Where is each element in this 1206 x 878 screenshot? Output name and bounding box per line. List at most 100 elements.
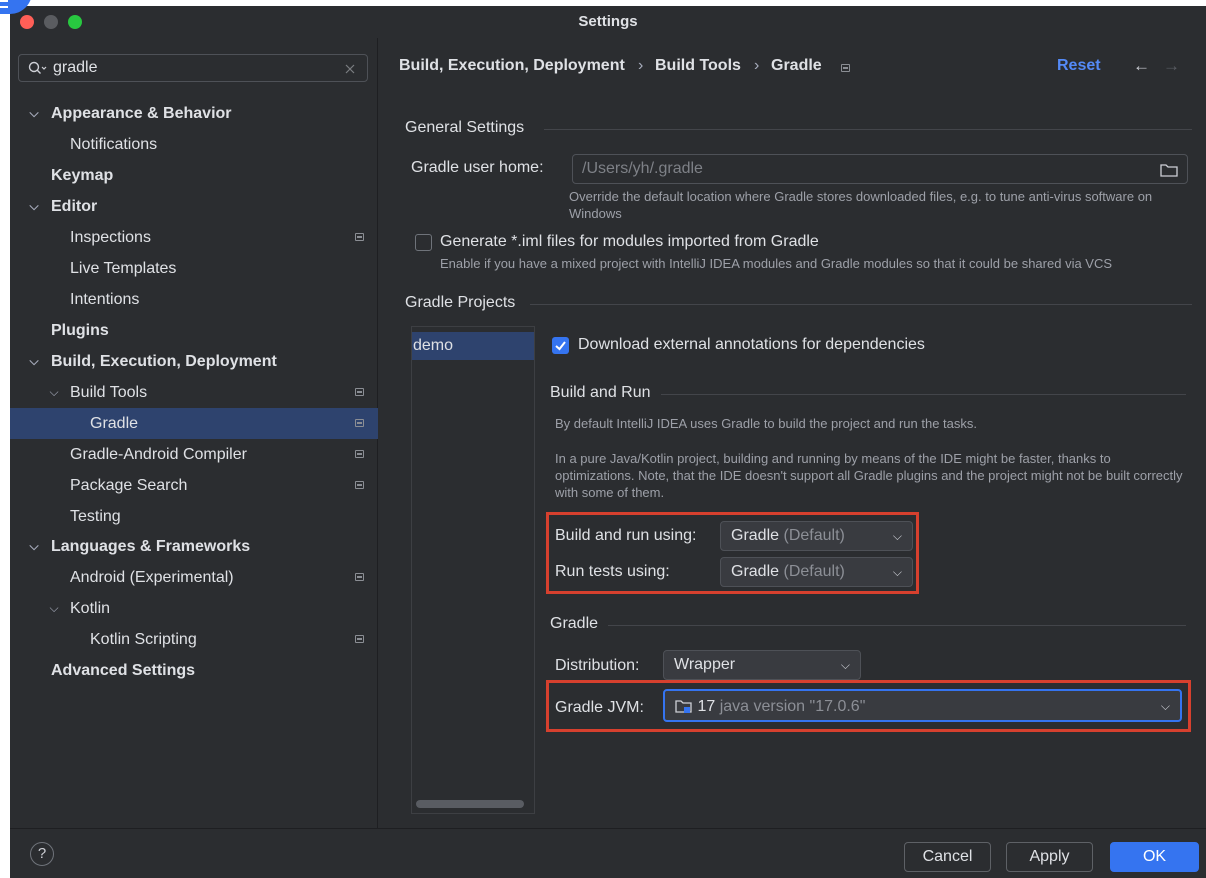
gradle-user-home-label: Gradle user home: <box>411 159 544 176</box>
forward-arrow-icon[interactable]: → <box>1163 56 1180 76</box>
project-scope-icon <box>355 388 364 396</box>
close-icon[interactable] <box>345 64 355 74</box>
build-and-run-title: Build and Run <box>550 384 651 401</box>
chevron-down-icon: ⌵ <box>840 658 850 672</box>
sidebar-item-kotlin[interactable]: ⌵ Kotlin <box>10 593 378 624</box>
sidebar-item-label: Appearance & Behavior <box>51 105 232 122</box>
sidebar-item-package-search[interactable]: Package Search <box>10 470 378 501</box>
sidebar-item-notifications[interactable]: Notifications <box>10 129 378 160</box>
sidebar-item-label: Build, Execution, Deployment <box>51 353 277 370</box>
settings-sidebar: ⌵ Appearance & Behavior Notifications Ke… <box>10 38 378 828</box>
sidebar-item-label: Gradle <box>90 415 139 432</box>
sidebar-item-inspections[interactable]: Inspections <box>10 222 378 253</box>
sidebar-item-keymap[interactable]: Keymap <box>10 160 378 191</box>
sidebar-item-appearance-behavior[interactable]: ⌵ Appearance & Behavior <box>10 98 378 129</box>
sidebar-item-gradle[interactable]: Gradle <box>10 408 378 439</box>
sidebar-item-languages-frameworks[interactable]: ⌵ Languages & Frameworks <box>10 531 378 562</box>
sidebar-item-label: Gradle-Android Compiler <box>70 446 247 463</box>
sidebar-item-label: Editor <box>51 198 98 215</box>
settings-window: Settings ⌵ Appearance & Behavior Notific… <box>10 6 1206 878</box>
sidebar-item-build-tools[interactable]: ⌵ Build Tools <box>10 377 378 408</box>
sidebar-item-label: Inspections <box>70 229 151 246</box>
sidebar-item-label: Android (Experimental) <box>70 569 234 586</box>
section-divider <box>530 304 1192 305</box>
sidebar-item-label: Notifications <box>70 136 158 153</box>
search-input[interactable] <box>53 58 333 78</box>
distribution-select[interactable]: Wrapper ⌵ <box>663 650 861 680</box>
chevron-down-icon[interactable]: ⌵ <box>47 377 61 408</box>
dialog-footer: ? Cancel Apply OK <box>10 828 1206 878</box>
section-divider <box>608 625 1186 626</box>
checkmark-icon <box>555 341 566 351</box>
sidebar-item-label: Testing <box>70 508 121 525</box>
sidebar-item-intentions[interactable]: Intentions <box>10 284 378 315</box>
sidebar-item-label: Kotlin <box>70 600 111 617</box>
download-annotations-checkbox[interactable] <box>552 337 569 354</box>
project-scope-icon <box>355 419 364 427</box>
sidebar-item-label: Advanced Settings <box>51 662 196 679</box>
sidebar-item-testing[interactable]: Testing <box>10 501 378 532</box>
cancel-button[interactable]: Cancel <box>904 842 991 872</box>
highlight-box <box>546 512 919 594</box>
gradle-user-home-hint: Override the default location where Grad… <box>569 189 1153 221</box>
back-arrow-icon[interactable]: ← <box>1133 56 1150 76</box>
project-scope-icon <box>841 64 850 72</box>
general-settings-title: General Settings <box>405 119 525 136</box>
chevron-down-icon[interactable]: ⌵ <box>47 593 61 624</box>
sidebar-item-label: Languages & Frameworks <box>51 538 251 555</box>
distribution-label: Distribution: <box>555 657 640 674</box>
gradle-section-title: Gradle <box>550 615 599 632</box>
breadcrumb-separator: › <box>638 57 644 74</box>
breadcrumb-separator: › <box>754 57 760 74</box>
gradle-user-home-field[interactable]: /Users/yh/.gradle <box>572 154 1188 184</box>
sidebar-item-label: Intentions <box>70 291 140 308</box>
help-button[interactable]: ? <box>30 842 54 866</box>
settings-content: Build, Execution, Deployment › Build Too… <box>379 38 1206 828</box>
sidebar-item-label: Live Templates <box>70 260 177 277</box>
breadcrumb-item[interactable]: Build Tools <box>655 57 741 75</box>
breadcrumb-item[interactable]: Build, Execution, Deployment <box>399 57 625 75</box>
selected-value: Wrapper <box>674 656 736 673</box>
ok-button[interactable]: OK <box>1110 842 1199 872</box>
sidebar-item-label: Build Tools <box>70 384 148 401</box>
sidebar-item-label: Plugins <box>51 322 109 339</box>
chevron-down-icon[interactable]: ⌵ <box>27 531 41 562</box>
apply-button[interactable]: Apply <box>1006 842 1093 872</box>
title-bar: Settings <box>10 6 1206 38</box>
sidebar-item-label: Kotlin Scripting <box>90 631 197 648</box>
sidebar-item-kotlin-scripting[interactable]: Kotlin Scripting <box>10 624 378 655</box>
sidebar-item-live-templates[interactable]: Live Templates <box>10 253 378 284</box>
sidebar-item-advanced-settings[interactable]: Advanced Settings <box>10 655 378 686</box>
project-list[interactable]: demo <box>411 326 535 814</box>
sidebar-item-plugins[interactable]: Plugins <box>10 315 378 346</box>
overlay-badge-icon <box>0 0 8 8</box>
chevron-down-icon[interactable]: ⌵ <box>27 346 41 377</box>
download-annotations-label[interactable]: Download external annotations for depend… <box>578 336 925 354</box>
build-and-run-note: In a pure Java/Kotlin project, building … <box>555 451 1183 500</box>
sidebar-item-label: Keymap <box>51 167 114 184</box>
help-icon: ? <box>37 845 47 862</box>
project-list-scrollbar[interactable] <box>416 800 524 808</box>
chevron-down-icon[interactable]: ⌵ <box>27 191 41 222</box>
sidebar-item-build-execution-deployment[interactable]: ⌵ Build, Execution, Deployment <box>10 346 378 377</box>
project-scope-icon <box>355 573 364 581</box>
window-title: Settings <box>578 13 638 30</box>
generate-iml-checkbox[interactable] <box>415 234 432 251</box>
project-scope-icon <box>355 481 364 489</box>
search-field[interactable] <box>18 54 368 82</box>
project-scope-icon <box>355 233 364 241</box>
project-scope-icon <box>355 450 364 458</box>
reset-link[interactable]: Reset <box>1057 57 1101 75</box>
folder-icon[interactable] <box>1160 163 1178 177</box>
chevron-down-icon[interactable]: ⌵ <box>27 98 41 129</box>
sidebar-item-editor[interactable]: ⌵ Editor <box>10 191 378 222</box>
sidebar-item-gradle-android-compiler[interactable]: Gradle-Android Compiler <box>10 439 378 470</box>
project-list-item[interactable]: demo <box>412 332 534 360</box>
project-scope-icon <box>355 635 364 643</box>
gradle-projects-title: Gradle Projects <box>405 294 516 311</box>
generate-iml-label[interactable]: Generate *.iml files for modules importe… <box>440 233 819 251</box>
sidebar-item-label: Package Search <box>70 477 188 494</box>
sidebar-item-android-experimental[interactable]: Android (Experimental) <box>10 562 378 593</box>
project-list-item-label: demo <box>413 337 454 354</box>
gradle-user-home-placeholder: /Users/yh/.gradle <box>582 160 703 177</box>
